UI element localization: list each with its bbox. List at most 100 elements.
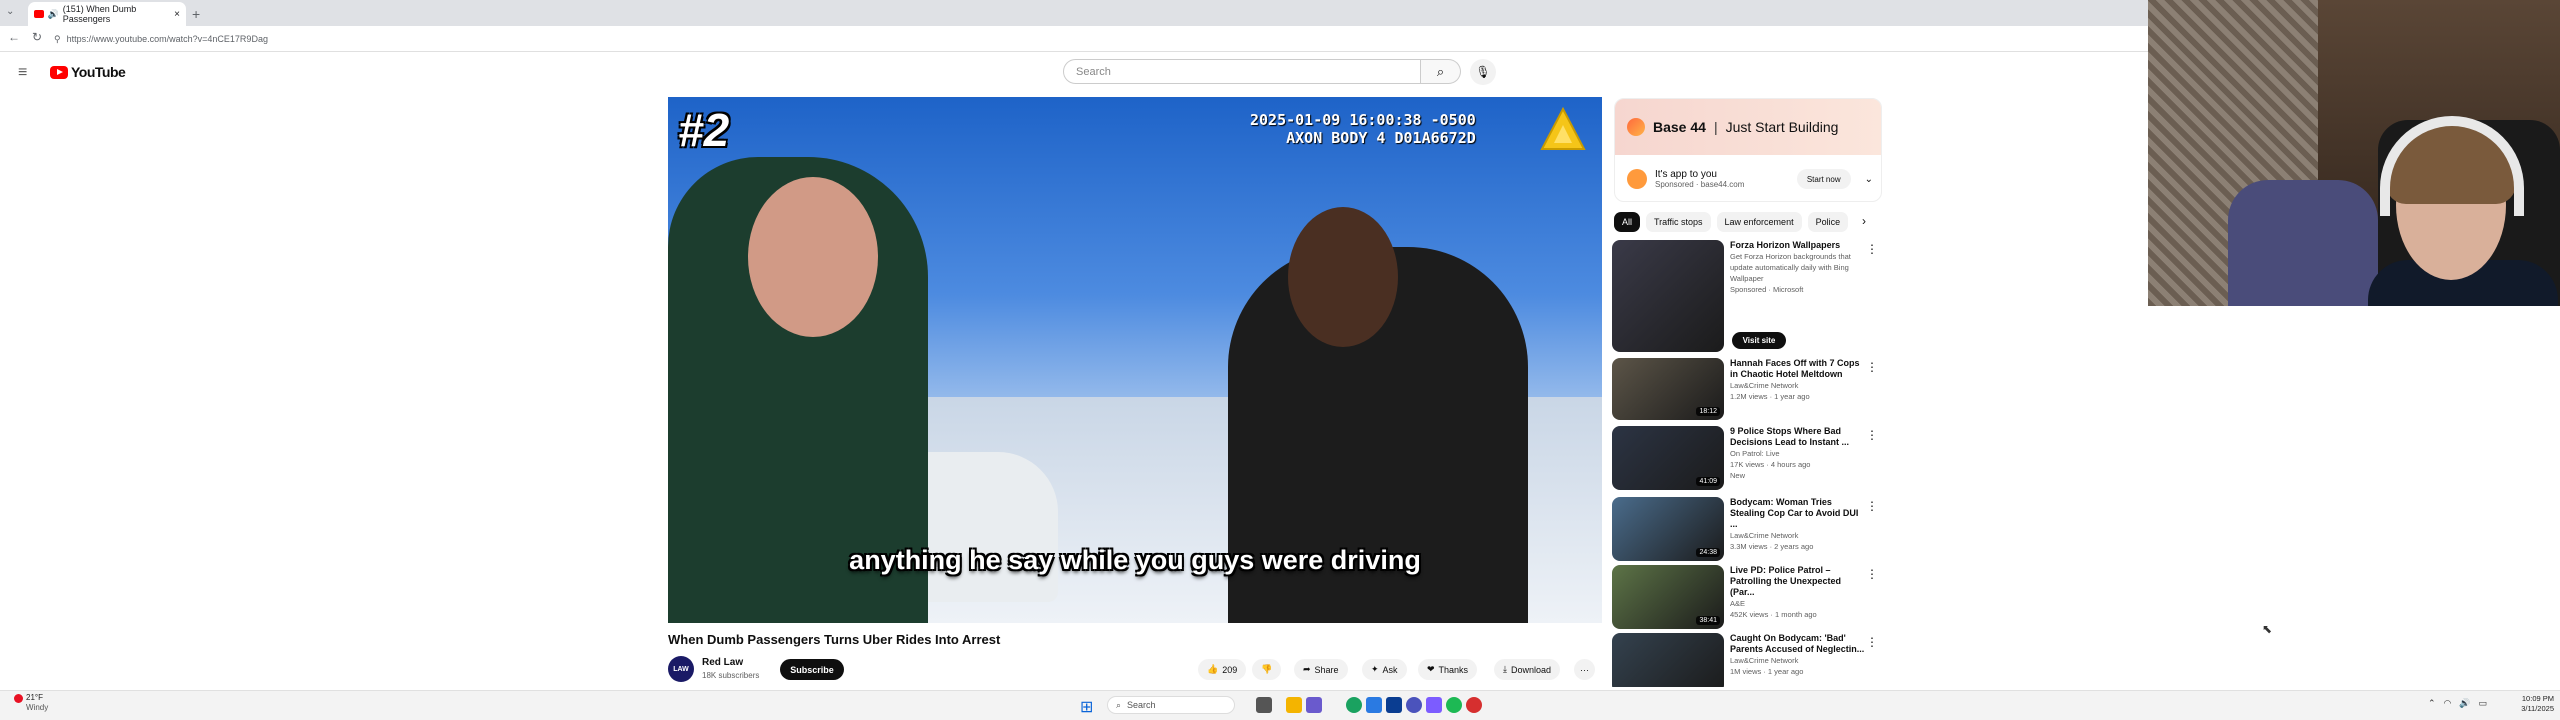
more-actions-button[interactable]: ··· bbox=[1574, 659, 1595, 680]
volume-icon[interactable]: 🔊 bbox=[2459, 698, 2470, 709]
chip-law-enforcement[interactable]: Law enforcement bbox=[1716, 212, 1802, 232]
tab-close-button[interactable]: × bbox=[174, 9, 180, 20]
share-button[interactable]: ➦ Share bbox=[1294, 659, 1348, 680]
recommendation-stats: 3.3M views · 2 years ago bbox=[1730, 542, 1814, 551]
chip-traffic-stops[interactable]: Traffic stops bbox=[1646, 212, 1711, 232]
channel-avatar[interactable]: LAW bbox=[668, 656, 694, 682]
more-options-icon[interactable]: ⋮ bbox=[1866, 428, 1878, 442]
video-thumbnail[interactable] bbox=[1612, 240, 1724, 352]
video-title: When Dumb Passengers Turns Uber Rides In… bbox=[668, 632, 1001, 647]
video-frame-officer-head bbox=[748, 177, 878, 337]
search-button[interactable]: ⌕ bbox=[1421, 59, 1461, 84]
wifi-icon[interactable]: ◠ bbox=[2444, 698, 2452, 709]
video-thumbnail[interactable] bbox=[1612, 633, 1724, 687]
recommendation-title[interactable]: Forza Horizon Wallpapers bbox=[1730, 240, 1866, 251]
menu-hamburger-icon[interactable]: ≡ bbox=[18, 64, 27, 82]
recommendation-info: Caught On Bodycam: 'Bad' Parents Accused… bbox=[1730, 633, 1866, 677]
file-explorer-icon[interactable] bbox=[1286, 697, 1302, 713]
back-arrow-icon[interactable]: ← bbox=[8, 30, 20, 44]
site-info-icon[interactable]: ⚲ bbox=[54, 34, 61, 45]
more-options-icon[interactable]: ⋮ bbox=[1866, 567, 1878, 581]
recommendation-title[interactable]: Caught On Bodycam: 'Bad' Parents Accused… bbox=[1730, 633, 1866, 655]
chevron-down-icon[interactable]: ⌄ bbox=[1865, 174, 1873, 185]
taskbar-clock[interactable]: 10:09 PM 3/11/2025 bbox=[2510, 694, 2554, 714]
video-thumbnail[interactable]: 24:38 bbox=[1612, 497, 1724, 561]
voice-search-button[interactable]: 🎙 bbox=[1470, 59, 1496, 85]
search-icon: ⌕ bbox=[1436, 63, 1445, 79]
ask-button[interactable]: ✦ Ask bbox=[1362, 659, 1407, 680]
recommendation-title[interactable]: 9 Police Stops Where Bad Decisions Lead … bbox=[1730, 426, 1866, 448]
task-view-icon[interactable] bbox=[1256, 697, 1272, 713]
more-options-icon[interactable]: ⋮ bbox=[1866, 499, 1878, 513]
battery-icon[interactable]: ▭ bbox=[2479, 698, 2488, 709]
recommendation-stats: 17K views · 4 hours ago bbox=[1730, 460, 1811, 469]
chevron-up-icon[interactable]: ⌃ bbox=[2428, 698, 2436, 709]
more-options-icon[interactable]: ⋮ bbox=[1866, 242, 1878, 256]
youtube-logo[interactable]: YouTube bbox=[50, 64, 126, 80]
chip-police[interactable]: Police bbox=[1807, 212, 1849, 232]
weather-temperature: 21°F bbox=[26, 693, 43, 702]
video-frame-man-head bbox=[1288, 207, 1398, 347]
bodycam-timestamp-line2: AXON BODY 4 D01A6672D bbox=[1286, 129, 1476, 147]
recommendation-channel[interactable]: Law&Crime Network bbox=[1730, 380, 1866, 391]
recommendation-info: Hannah Faces Off with 7 Cops in Chaotic … bbox=[1730, 358, 1866, 402]
system-tray[interactable]: ⌃ ◠ 🔊 ▭ bbox=[2428, 698, 2487, 709]
recommendation-item[interactable]: 38:41 Live PD: Police Patrol – Patrollin… bbox=[1612, 565, 1880, 629]
chip-all[interactable]: All bbox=[1614, 212, 1641, 232]
recommendation-sponsor: Sponsored · Microsoft bbox=[1730, 285, 1804, 294]
url-field[interactable]: ⚲ https://www.youtube.com/watch?v=4nCE17… bbox=[54, 30, 1554, 48]
recommendation-info: Forza Horizon Wallpapers Get Forza Horiz… bbox=[1730, 240, 1866, 295]
subscribe-button[interactable]: Subscribe bbox=[780, 659, 844, 680]
recommendation-item[interactable]: 41:09 9 Police Stops Where Bad Decisions… bbox=[1612, 426, 1880, 490]
weather-widget[interactable]: 21°F Windy bbox=[26, 693, 48, 713]
recommendation-channel[interactable]: Law&Crime Network bbox=[1730, 655, 1866, 666]
more-options-icon[interactable]: ⋮ bbox=[1866, 360, 1878, 374]
download-button[interactable]: ⤓ Download bbox=[1494, 659, 1561, 680]
speaker-icon[interactable]: 🔊 bbox=[48, 9, 59, 20]
recommendation-item[interactable]: 18:12 Hannah Faces Off with 7 Cops in Ch… bbox=[1612, 358, 1880, 420]
search-input[interactable]: Search bbox=[1063, 59, 1421, 84]
video-thumbnail[interactable]: 38:41 bbox=[1612, 565, 1724, 629]
store-icon[interactable] bbox=[1366, 697, 1382, 713]
video-player[interactable]: #2 2025-01-09 16:00:38 -0500 AXON BODY 4… bbox=[668, 97, 1602, 623]
app-icon[interactable] bbox=[1306, 697, 1322, 713]
video-thumbnail[interactable]: 41:09 bbox=[1612, 426, 1724, 490]
windows-start-icon[interactable]: ⊞ bbox=[1080, 697, 1093, 717]
recommendation-info: 9 Police Stops Where Bad Decisions Lead … bbox=[1730, 426, 1866, 481]
ad-start-now-button[interactable]: Start now bbox=[1796, 169, 1851, 189]
spotify-icon[interactable] bbox=[1446, 697, 1462, 713]
recommendation-info: Bodycam: Woman Tries Stealing Cop Car to… bbox=[1730, 497, 1866, 552]
taskbar-search[interactable]: ⌕ Search bbox=[1107, 696, 1235, 714]
like-button[interactable]: 👍 209 bbox=[1198, 659, 1247, 680]
app-icon[interactable] bbox=[1426, 697, 1442, 713]
chrome-icon[interactable] bbox=[1346, 697, 1362, 713]
channel-name[interactable]: Red Law bbox=[702, 657, 743, 668]
sponsored-ad-card[interactable]: Base 44 | Just Start Building It's app t… bbox=[1614, 98, 1882, 202]
app-icon[interactable] bbox=[1466, 697, 1482, 713]
mouse-cursor-icon: ⬉ bbox=[2262, 622, 2273, 636]
clock-time: 10:09 PM bbox=[2521, 694, 2554, 703]
new-tab-button[interactable]: + bbox=[192, 6, 200, 22]
recommendation-channel[interactable]: Law&Crime Network bbox=[1730, 530, 1866, 541]
discord-icon[interactable] bbox=[1406, 697, 1422, 713]
recommendation-title[interactable]: Live PD: Police Patrol – Patrolling the … bbox=[1730, 565, 1866, 598]
visit-site-button[interactable]: Visit site bbox=[1732, 332, 1786, 349]
recommendation-item[interactable]: 24:38 Bodycam: Woman Tries Stealing Cop … bbox=[1612, 497, 1880, 561]
weather-alert-icon[interactable] bbox=[14, 694, 23, 703]
dislike-button[interactable]: 👎 bbox=[1252, 659, 1282, 680]
recommendation-channel[interactable]: On Patrol: Live bbox=[1730, 448, 1866, 459]
recommendation-channel[interactable]: A&E bbox=[1730, 598, 1866, 609]
tab-list-chevron-icon[interactable]: ⌄ bbox=[6, 6, 14, 17]
terminal-icon[interactable] bbox=[1386, 697, 1402, 713]
thumbs-down-icon: 👎 bbox=[1261, 664, 1273, 674]
reload-icon[interactable]: ↻ bbox=[32, 30, 42, 44]
chevron-right-icon[interactable]: › bbox=[1862, 214, 1866, 228]
ad-banner[interactable]: Base 44 | Just Start Building bbox=[1615, 99, 1881, 155]
browser-tab-active[interactable]: 🔊 (151) When Dumb Passengers × bbox=[28, 2, 186, 26]
recommendation-item[interactable]: Caught On Bodycam: 'Bad' Parents Accused… bbox=[1612, 633, 1880, 687]
recommendation-title[interactable]: Bodycam: Woman Tries Stealing Cop Car to… bbox=[1730, 497, 1866, 530]
video-thumbnail[interactable]: 18:12 bbox=[1612, 358, 1724, 420]
thanks-button[interactable]: ❤ Thanks bbox=[1418, 659, 1478, 680]
recommendation-title[interactable]: Hannah Faces Off with 7 Cops in Chaotic … bbox=[1730, 358, 1866, 380]
more-options-icon[interactable]: ⋮ bbox=[1866, 635, 1878, 649]
